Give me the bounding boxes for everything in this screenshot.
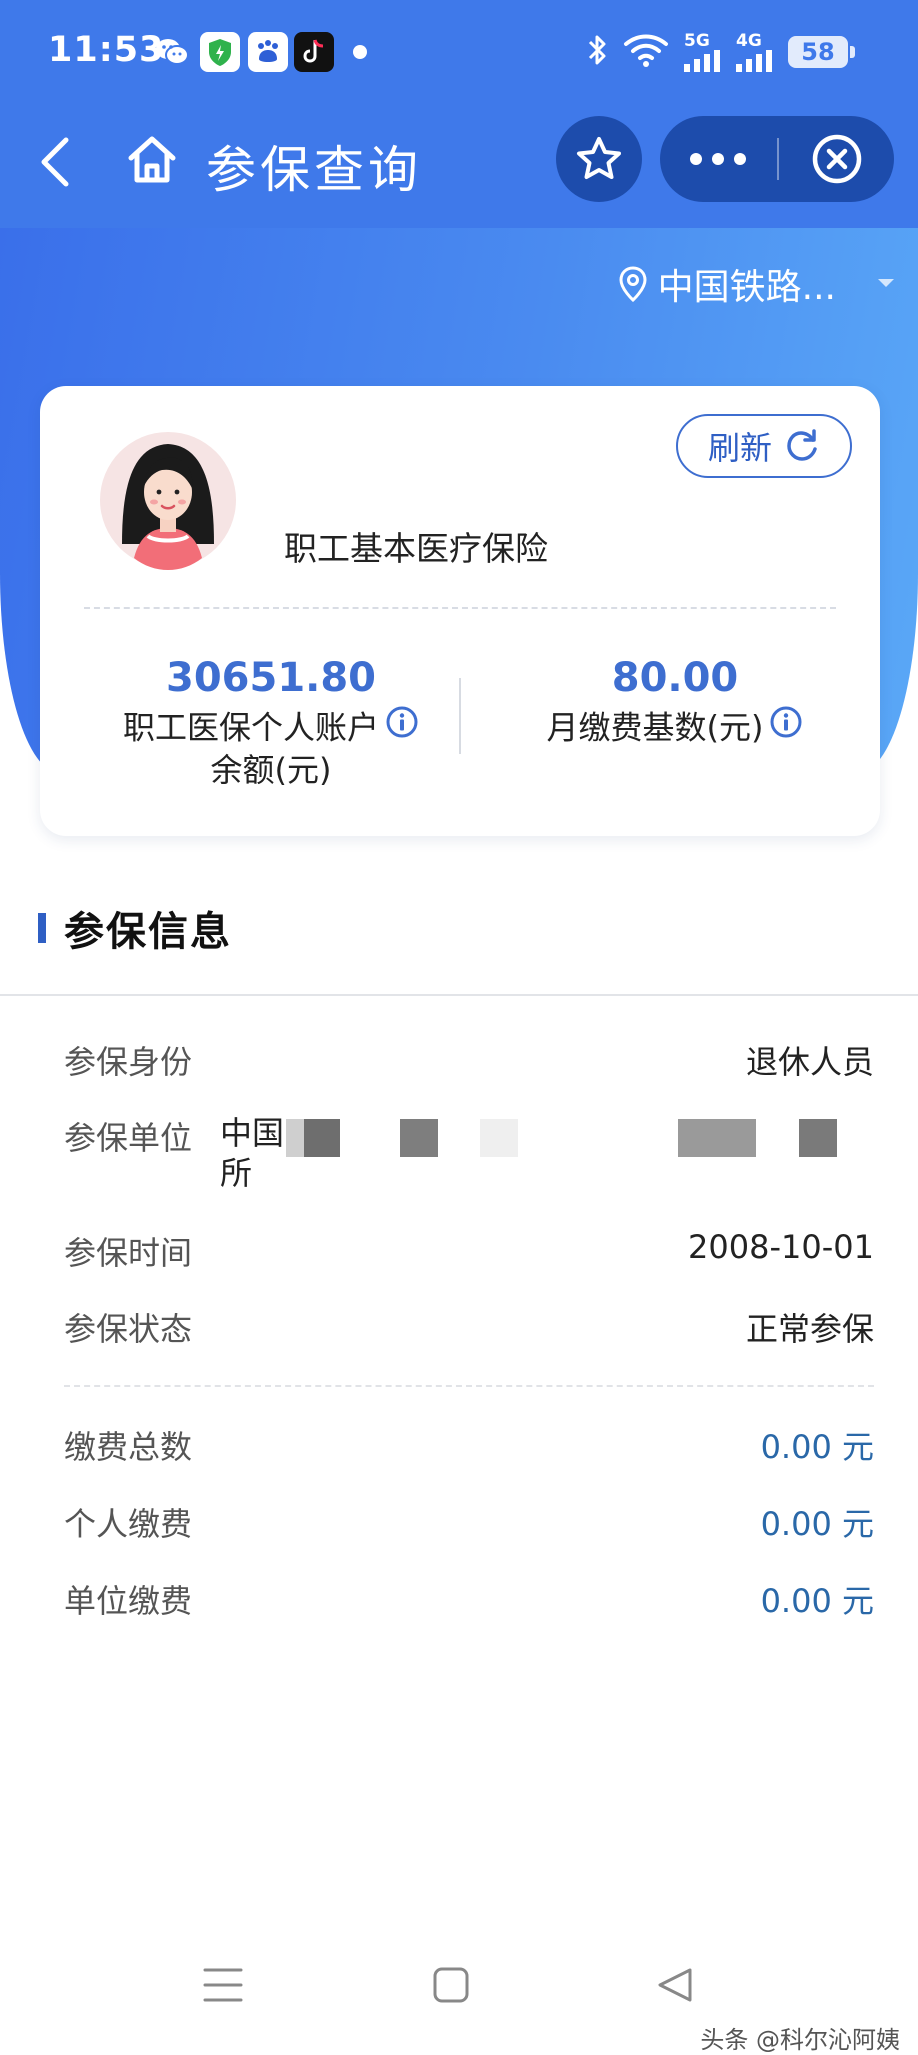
unit-payment-label: 单位缴费 [64, 1582, 193, 1620]
time-label: 参保时间 [64, 1234, 193, 1272]
bluetooth-icon [586, 32, 608, 72]
status-time: 11:53 [48, 30, 165, 70]
mini-program-capsule [660, 116, 894, 202]
info-row-total-payment: 缴费总数 0.00 元 [64, 1422, 874, 1472]
network-4g-label: 4G [736, 30, 762, 51]
triangle-back-icon [658, 1968, 692, 2002]
info-row-status: 参保状态 正常参保 [64, 1304, 874, 1354]
account-card: 职工基本医疗保险 刷新 30651.80 职工医保个人账户 余额(元) 80.0… [40, 386, 880, 836]
back-system-button[interactable] [645, 1960, 705, 2010]
info-icon[interactable] [385, 705, 419, 748]
tiktok-app-icon [294, 32, 334, 72]
base-value: 80.00 [611, 655, 739, 701]
page-title: 参保查询 [206, 141, 422, 199]
refresh-icon [787, 429, 817, 461]
close-circle-icon [812, 134, 862, 184]
home-icon [128, 136, 176, 183]
status-value: 正常参保 [745, 1310, 874, 1348]
payment-base-stat: 80.00 月缴费基数(元) [470, 656, 880, 751]
system-nav-bar [0, 1940, 918, 2030]
more-dots-icon [690, 153, 746, 165]
section-accent-bar [38, 913, 46, 943]
back-button[interactable] [30, 134, 80, 190]
base-label: 月缴费基数(元) [470, 705, 880, 751]
security-app-icon [200, 32, 240, 72]
home-button[interactable] [124, 132, 180, 188]
info-row-time: 参保时间 2008-10-01 [64, 1228, 874, 1278]
home-system-button[interactable] [421, 1960, 481, 2010]
close-button[interactable] [780, 116, 894, 202]
status-label: 参保状态 [64, 1310, 193, 1348]
nav-bar: 参保查询 [0, 112, 918, 208]
notification-dot-icon [340, 32, 380, 72]
card-divider [84, 607, 836, 609]
redaction-block [304, 1119, 340, 1157]
chevron-down-icon [878, 279, 894, 287]
location-selector[interactable]: 中国铁路... [618, 254, 896, 314]
unit-label: 参保单位 [64, 1119, 193, 1157]
wifi-icon [622, 32, 670, 72]
square-icon [433, 1967, 469, 2003]
favorite-button[interactable] [556, 116, 642, 202]
avatar [96, 422, 241, 572]
account-balance-stat: 30651.80 职工医保个人账户 余额(元) [76, 656, 466, 790]
refresh-button[interactable]: 刷新 [676, 414, 852, 478]
refresh-label: 刷新 [707, 429, 772, 467]
section-title: 参保信息 [64, 909, 232, 955]
unit-value-line2: 所 [220, 1154, 253, 1192]
base-label-text: 月缴费基数(元) [546, 708, 764, 747]
network-5g-label: 5G [684, 30, 710, 51]
balance-label-line2: 余额(元) [210, 751, 332, 790]
capsule-divider [777, 138, 779, 180]
signal-4g-indicator: 4G [736, 30, 774, 72]
redaction-block [286, 1119, 304, 1157]
watermark: 头条 @科尔沁阿姨 [700, 2026, 900, 2054]
balance-label-line1: 职工医保个人账户 [122, 708, 379, 747]
time-value: 2008-10-01 [688, 1228, 874, 1266]
insurance-type: 职工基本医疗保险 [284, 529, 548, 568]
menu-lines-icon [203, 1968, 243, 2002]
menu-button[interactable] [193, 1960, 253, 2010]
personal-payment-label: 个人缴费 [64, 1505, 193, 1543]
personal-payment-value: 0.00 元 [760, 1505, 874, 1543]
redaction-block [678, 1119, 756, 1157]
section-header: 参保信息 [38, 898, 232, 958]
info-row-unit-payment: 单位缴费 0.00 元 [64, 1576, 874, 1626]
balance-label: 职工医保个人账户 余额(元) [76, 705, 466, 790]
chevron-left-icon [41, 137, 69, 187]
location-text: 中国铁路... [657, 267, 836, 308]
info-row-personal-payment: 个人缴费 0.00 元 [64, 1499, 874, 1549]
location-pin-icon [619, 266, 647, 303]
wechat-icon [152, 32, 192, 72]
total-payment-label: 缴费总数 [64, 1428, 193, 1466]
battery-indicator: 58 [788, 36, 855, 68]
signal-5g-indicator: 5G [684, 30, 722, 72]
balance-value: 30651.80 [165, 655, 377, 701]
stat-separator [459, 678, 461, 754]
unit-payment-value: 0.00 元 [760, 1582, 874, 1620]
identity-value: 退休人员 [745, 1043, 874, 1081]
status-bar: 11:53 5G 4G 58 [0, 0, 918, 105]
redaction-block [799, 1119, 837, 1157]
info-row-identity: 参保身份 退休人员 [64, 1037, 874, 1087]
more-button[interactable] [660, 116, 776, 202]
total-payment-value: 0.00 元 [760, 1428, 874, 1466]
redaction-block [480, 1119, 518, 1157]
identity-label: 参保身份 [64, 1043, 193, 1081]
info-divider [64, 1385, 874, 1387]
signal-bars-icon [736, 49, 772, 72]
star-icon [577, 137, 621, 179]
redaction-block [400, 1119, 438, 1157]
status-right-group: 5G 4G 58 [586, 30, 855, 74]
baidu-app-icon [248, 32, 288, 72]
section-divider [0, 994, 918, 996]
signal-bars-icon [684, 49, 720, 72]
info-row-unit: 参保单位 中国 所 [64, 1113, 874, 1193]
info-icon[interactable] [769, 705, 803, 748]
